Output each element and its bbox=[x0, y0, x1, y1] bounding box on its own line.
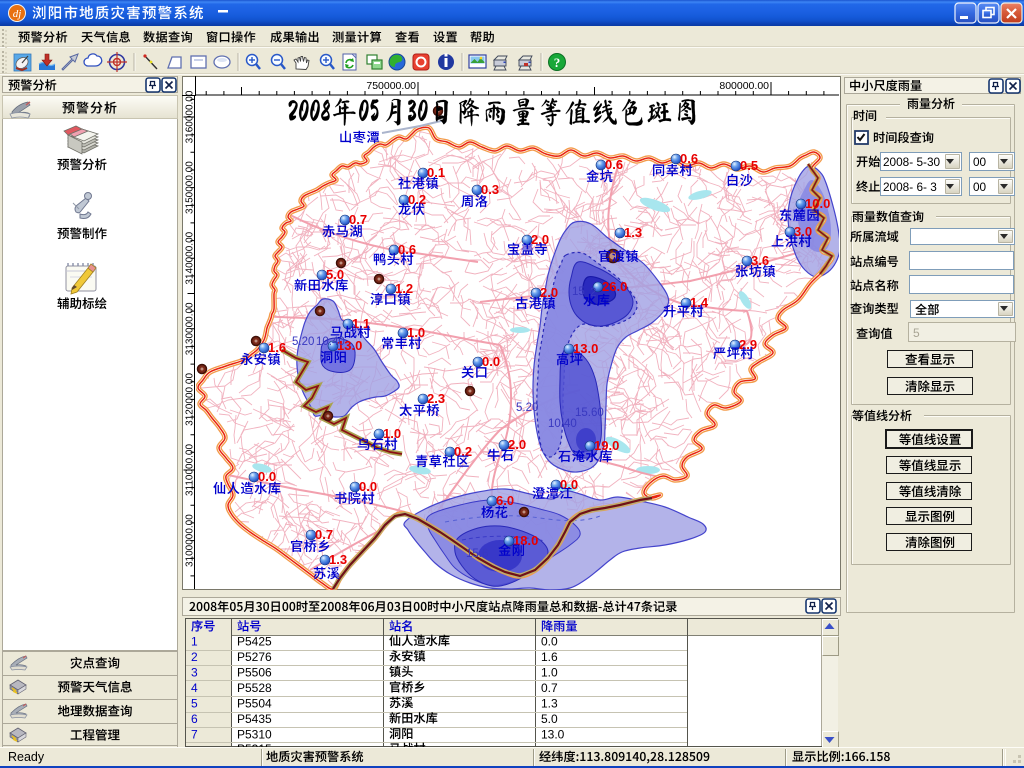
svg-text:0.7: 0.7 bbox=[541, 681, 558, 695]
svg-text:1: 1 bbox=[191, 635, 198, 649]
svg-text:1.3: 1.3 bbox=[329, 552, 347, 567]
svg-text:0.7: 0.7 bbox=[315, 527, 333, 542]
svg-text:3160000.00: 3160000.00 bbox=[185, 90, 196, 143]
svg-text:10.40: 10.40 bbox=[316, 336, 345, 348]
svg-text:0.0: 0.0 bbox=[258, 469, 276, 484]
svg-text:750000.00: 750000.00 bbox=[366, 80, 416, 92]
svg-text:15.60: 15.60 bbox=[575, 407, 604, 419]
svg-text:1.6: 1.6 bbox=[541, 650, 558, 664]
svg-text:1.3: 1.3 bbox=[541, 697, 558, 711]
svg-text:3130000.00: 3130000.00 bbox=[185, 302, 196, 355]
svg-text:2.0: 2.0 bbox=[540, 285, 558, 300]
svg-text:5.0: 5.0 bbox=[541, 712, 558, 726]
svg-text:Ready: Ready bbox=[8, 750, 45, 764]
svg-text:4: 4 bbox=[191, 681, 198, 695]
svg-text:6: 6 bbox=[191, 712, 198, 726]
svg-text:5: 5 bbox=[191, 697, 198, 711]
svg-text:1.3: 1.3 bbox=[624, 225, 642, 240]
svg-text:0.5: 0.5 bbox=[740, 158, 758, 173]
svg-text:2: 2 bbox=[590, 287, 596, 299]
svg-text:2.0: 2.0 bbox=[508, 437, 526, 452]
svg-text:3150000.00: 3150000.00 bbox=[185, 161, 196, 214]
svg-text:3120000.00: 3120000.00 bbox=[185, 373, 196, 426]
svg-text:0.1: 0.1 bbox=[427, 165, 445, 180]
svg-text:2.3: 2.3 bbox=[427, 391, 445, 406]
svg-text:P5504: P5504 bbox=[237, 697, 272, 711]
svg-text:15.6: 15.6 bbox=[466, 548, 488, 560]
svg-text:P5435: P5435 bbox=[237, 712, 272, 726]
svg-text:800000.00: 800000.00 bbox=[719, 80, 769, 92]
svg-text:15: 15 bbox=[572, 286, 585, 298]
svg-text:13.0: 13.0 bbox=[541, 728, 565, 742]
svg-text:0.0: 0.0 bbox=[359, 479, 377, 494]
svg-text:0.0: 0.0 bbox=[482, 354, 500, 369]
svg-text:1.2: 1.2 bbox=[395, 281, 413, 296]
svg-text:18.0: 18.0 bbox=[513, 533, 538, 548]
svg-text:10.0: 10.0 bbox=[805, 196, 830, 211]
svg-text:3.6: 3.6 bbox=[751, 253, 769, 268]
svg-text:3100000.00: 3100000.00 bbox=[185, 514, 196, 567]
svg-text:1.6: 1.6 bbox=[268, 340, 286, 355]
svg-text:5: 5 bbox=[913, 326, 920, 340]
svg-text:2008- 5-30: 2008- 5-30 bbox=[883, 155, 940, 169]
svg-text:?: ? bbox=[554, 55, 561, 70]
svg-text:P5528: P5528 bbox=[237, 681, 272, 695]
svg-text:0.6: 0.6 bbox=[605, 157, 623, 172]
svg-text:P5425: P5425 bbox=[237, 635, 272, 649]
svg-text:0.0: 0.0 bbox=[541, 635, 558, 649]
svg-text:0.6: 0.6 bbox=[680, 151, 698, 166]
svg-text:P5310: P5310 bbox=[237, 728, 272, 742]
svg-text:2008- 6- 3: 2008- 6- 3 bbox=[883, 180, 937, 194]
svg-text:7: 7 bbox=[191, 728, 198, 742]
svg-text:1.0: 1.0 bbox=[407, 325, 425, 340]
svg-text:00: 00 bbox=[973, 155, 987, 169]
svg-text:0.6: 0.6 bbox=[398, 242, 416, 257]
svg-text:0.0: 0.0 bbox=[560, 477, 578, 492]
svg-text:0.7: 0.7 bbox=[349, 212, 367, 227]
svg-text:0.3: 0.3 bbox=[481, 182, 499, 197]
svg-text:3110000.00: 3110000.00 bbox=[185, 444, 196, 497]
svg-text:1.0: 1.0 bbox=[383, 426, 401, 441]
svg-text:5.20: 5.20 bbox=[292, 336, 314, 348]
svg-text:6.0: 6.0 bbox=[496, 493, 514, 508]
svg-text:26.0: 26.0 bbox=[602, 279, 627, 294]
svg-text:P5506: P5506 bbox=[237, 666, 272, 680]
svg-text:1.0: 1.0 bbox=[541, 666, 558, 680]
svg-text:3140000.00: 3140000.00 bbox=[185, 231, 196, 284]
svg-text:5.20: 5.20 bbox=[516, 402, 538, 414]
svg-text:10.40: 10.40 bbox=[548, 418, 577, 430]
svg-text:P5276: P5276 bbox=[237, 650, 272, 664]
svg-text:3: 3 bbox=[191, 666, 198, 680]
svg-text:2: 2 bbox=[191, 650, 198, 664]
svg-text:dj: dj bbox=[13, 8, 22, 20]
svg-text:00: 00 bbox=[973, 180, 987, 194]
